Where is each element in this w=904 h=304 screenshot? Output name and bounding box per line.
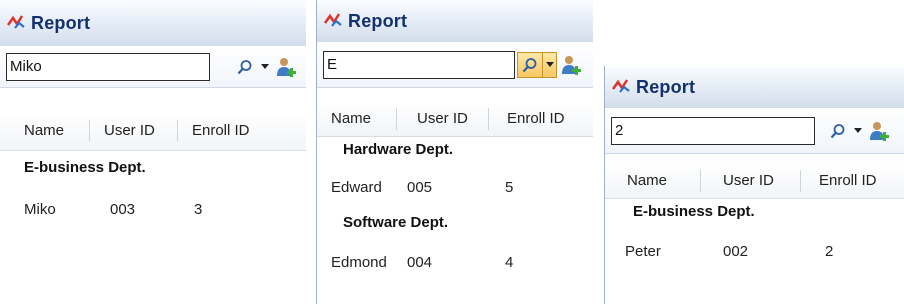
report-logo-icon bbox=[323, 13, 342, 27]
add-user-button[interactable] bbox=[867, 118, 893, 144]
table-row[interactable]: Edward 005 5 bbox=[317, 179, 593, 196]
column-header-user-id[interactable]: User ID bbox=[701, 170, 801, 192]
group-header[interactable]: E-business Dept. bbox=[605, 199, 904, 225]
column-header-enroll-id[interactable]: Enroll ID bbox=[801, 170, 901, 192]
spacer bbox=[0, 88, 306, 112]
chevron-down-icon bbox=[261, 63, 269, 69]
cell-name: Peter bbox=[625, 243, 661, 260]
report-logo-icon bbox=[611, 79, 630, 93]
table-row[interactable]: Miko 003 3 bbox=[0, 201, 306, 218]
search-toolbar bbox=[605, 108, 904, 154]
report-panel-3: Report Name User ID Enroll ID E-business… bbox=[604, 66, 904, 304]
group-header[interactable]: Hardware Dept. bbox=[317, 137, 593, 163]
search-icon bbox=[830, 123, 845, 138]
search-input[interactable] bbox=[611, 116, 815, 145]
cell-name: Edward bbox=[331, 179, 382, 196]
search-options-dropdown[interactable] bbox=[258, 54, 272, 80]
column-header-user-id[interactable]: User ID bbox=[397, 108, 489, 130]
cell-user-id: 002 bbox=[723, 243, 749, 260]
search-options-dropdown[interactable] bbox=[543, 51, 557, 78]
group-header[interactable]: Software Dept. bbox=[317, 210, 593, 236]
column-header-row: Name User ID Enroll ID bbox=[317, 102, 593, 137]
cell-enroll-id: 3 bbox=[194, 201, 203, 218]
title-bar: Report bbox=[605, 66, 904, 108]
cell-name: Miko bbox=[24, 201, 56, 218]
search-button[interactable] bbox=[517, 51, 543, 78]
column-header-enroll-id[interactable]: Enroll ID bbox=[489, 108, 589, 130]
report-logo-icon bbox=[6, 15, 25, 29]
search-button[interactable] bbox=[825, 118, 851, 144]
cell-enroll-id: 4 bbox=[505, 254, 514, 271]
add-user-button[interactable] bbox=[274, 54, 300, 80]
add-user-icon bbox=[562, 55, 581, 75]
column-header-row: Name User ID Enroll ID bbox=[605, 164, 904, 199]
cell-user-id: 003 bbox=[110, 201, 136, 218]
add-user-button[interactable] bbox=[559, 52, 585, 78]
cell-enroll-id: 2 bbox=[825, 243, 834, 260]
column-header-user-id[interactable]: User ID bbox=[90, 120, 178, 142]
cell-user-id: 005 bbox=[407, 179, 433, 196]
search-button[interactable] bbox=[232, 54, 258, 80]
chevron-down-icon bbox=[545, 61, 554, 67]
column-header-name[interactable]: Name bbox=[0, 120, 90, 142]
search-options-dropdown[interactable] bbox=[851, 118, 865, 144]
cell-enroll-id: 5 bbox=[505, 179, 514, 196]
title-bar: Report bbox=[317, 0, 593, 42]
search-input[interactable] bbox=[6, 52, 210, 81]
search-toolbar bbox=[317, 42, 593, 88]
report-panel-1: Report Name User ID Enroll ID E-business… bbox=[0, 0, 306, 304]
column-header-name[interactable]: Name bbox=[317, 108, 397, 130]
add-user-icon bbox=[277, 57, 296, 77]
add-user-icon bbox=[870, 121, 889, 141]
table-row[interactable]: Peter 002 2 bbox=[605, 243, 904, 260]
table-row[interactable]: Edmond 004 4 bbox=[317, 254, 593, 271]
chevron-down-icon bbox=[854, 127, 862, 133]
search-icon bbox=[522, 57, 537, 72]
window-title: Report bbox=[636, 76, 696, 97]
window-title: Report bbox=[31, 12, 91, 33]
search-icon bbox=[237, 59, 252, 74]
report-panel-2: Report Name User ID Enroll ID Hardware D… bbox=[316, 0, 593, 304]
search-input[interactable] bbox=[323, 50, 515, 79]
title-bar: Report bbox=[0, 0, 306, 46]
cell-user-id: 004 bbox=[407, 254, 433, 271]
search-toolbar bbox=[0, 46, 306, 88]
column-header-name[interactable]: Name bbox=[605, 170, 701, 192]
window-title: Report bbox=[348, 10, 408, 31]
group-header[interactable]: E-business Dept. bbox=[0, 155, 306, 181]
column-header-enroll-id[interactable]: Enroll ID bbox=[178, 120, 278, 142]
cell-name: Edmond bbox=[331, 254, 387, 271]
column-header-row: Name User ID Enroll ID bbox=[0, 112, 306, 151]
